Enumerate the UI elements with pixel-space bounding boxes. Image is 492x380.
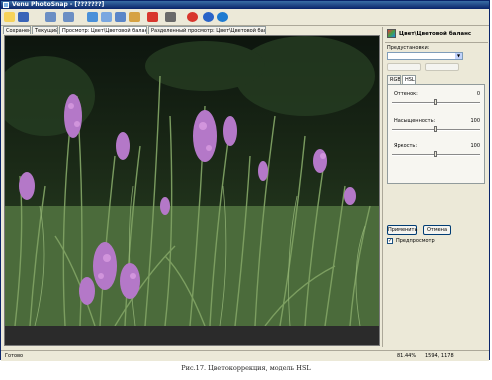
title-bar: Venu PhotoSnap - [???????] (1, 1, 489, 9)
presets-label: Предустановки: (387, 45, 430, 51)
saturation-label: Насыщенность: (394, 118, 436, 124)
globe-icon[interactable] (217, 12, 228, 22)
app-icon (3, 2, 9, 8)
toolbar (1, 9, 489, 26)
open-icon[interactable] (4, 12, 15, 22)
hue-slider-thumb[interactable] (434, 99, 437, 105)
sliders-box: Оттенок: 0 Насыщенность: 100 Яркость: 10… (387, 84, 485, 184)
status-dimensions: 1594, 1178 (425, 353, 454, 359)
preview-checkbox[interactable]: ✓ (387, 238, 393, 244)
saturation-slider-thumb[interactable] (434, 126, 437, 132)
tab-split-preview[interactable]: Разделенный просмотр: Цвет\Цветовой бала… (148, 26, 266, 34)
brightness-value: 100 (470, 143, 480, 149)
status-text: Готово (5, 353, 24, 359)
magic-wand-icon[interactable] (101, 12, 112, 22)
color-balance-icon (387, 29, 396, 38)
redo-icon[interactable] (63, 12, 74, 22)
divider (385, 42, 488, 43)
panel-title: Цвет\Цветовой баланс (399, 31, 472, 37)
presets-select[interactable]: ▼ (387, 52, 463, 60)
pointer-icon[interactable] (165, 12, 176, 22)
photo-fireweed (5, 36, 379, 326)
tab-current[interactable]: Текущий (32, 26, 58, 34)
brightness-slider-thumb[interactable] (434, 151, 437, 157)
tab-saved[interactable]: Сохранено (3, 26, 31, 34)
brush-icon[interactable] (87, 12, 98, 22)
panel-header: Цвет\Цветовой баланс (383, 27, 490, 41)
saturation-value: 100 (470, 118, 480, 124)
brightness-label: Яркость: (394, 143, 418, 149)
hue-label: Оттенок: (394, 91, 418, 97)
app-window: Venu PhotoSnap - [???????] Сохранено Тек… (0, 0, 490, 361)
preset-delete-button[interactable] (425, 63, 459, 71)
preview-label: Предпросмотр (396, 238, 435, 244)
preset-save-button[interactable] (387, 63, 421, 71)
save-icon[interactable] (18, 12, 29, 22)
tab-rgb[interactable]: RGB (387, 75, 401, 84)
pipette-icon[interactable] (115, 12, 126, 22)
arrow-icon[interactable] (147, 12, 158, 22)
tab-preview[interactable]: Просмотр: Цвет\Цветовой баланс (59, 26, 147, 34)
crop-icon[interactable] (129, 12, 140, 22)
view-tabs: Сохранено Текущий Просмотр: Цвет\Цветово… (1, 26, 379, 34)
image-viewer[interactable] (4, 35, 380, 346)
photo-image (5, 36, 379, 326)
status-bar: Готово 81.44% 1594, 1178 (1, 350, 489, 361)
status-zoom: 81.44% (397, 353, 417, 359)
info-icon[interactable] (203, 12, 214, 22)
checkmark-icon: ✓ (388, 238, 393, 244)
chevron-down-icon: ▼ (455, 53, 462, 59)
window-title: Venu PhotoSnap - [???????] (12, 1, 105, 8)
figure-caption: Рис.17. Цветокоррекция, модель HSL (181, 364, 311, 372)
apply-button[interactable]: Применить (387, 225, 417, 235)
color-balance-panel: Цвет\Цветовой баланс Предустановки: ▼ RG… (382, 27, 489, 347)
tab-hsl[interactable]: HSL (402, 75, 416, 84)
mode-tabs: RGB HSL (387, 75, 485, 84)
hue-value: 0 (476, 91, 480, 97)
undo-icon[interactable] (45, 12, 56, 22)
stop-icon[interactable] (187, 12, 198, 22)
cancel-button[interactable]: Отмена (423, 225, 451, 235)
